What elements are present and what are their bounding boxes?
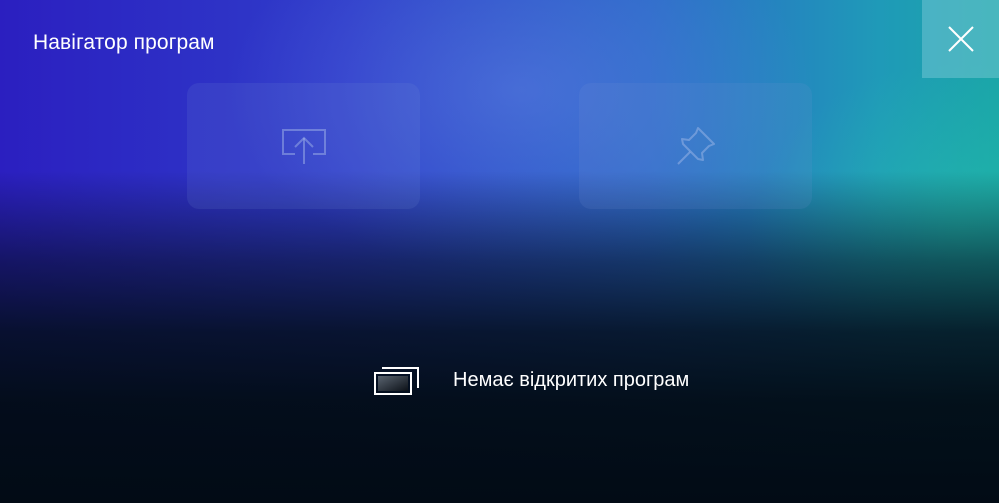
windows-stack-icon [374, 367, 419, 395]
close-button[interactable] [922, 0, 999, 78]
app-switcher-window: Навігатор програм Немає відкритих програ… [0, 0, 999, 503]
empty-state: Немає відкритих програм [373, 364, 689, 396]
pin-icon [676, 127, 715, 165]
close-icon [947, 26, 974, 52]
empty-state-message: Немає відкритих програм [453, 369, 690, 391]
background-fade [0, 0, 999, 503]
share-screen-icon [281, 129, 326, 164]
window-title: Навігатор програм [33, 31, 215, 54]
share-screen-button[interactable] [187, 83, 420, 209]
pin-button[interactable] [579, 83, 812, 209]
